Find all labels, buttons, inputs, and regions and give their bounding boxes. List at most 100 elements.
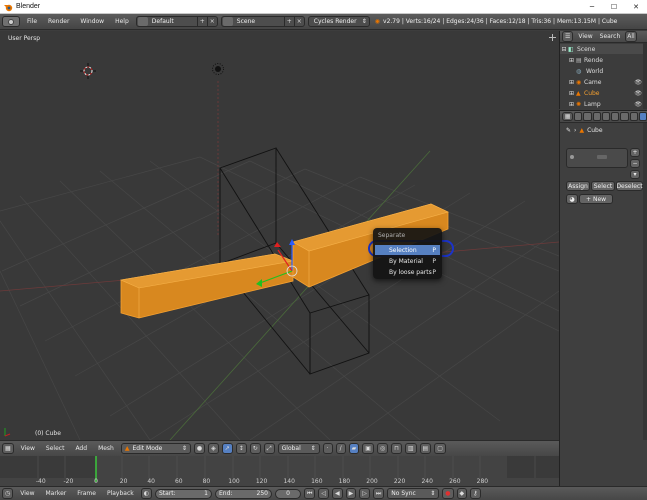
expand-toggle-icon[interactable]: ⊞ [560, 57, 574, 64]
tree-item-render-layers[interactable]: ⊞ ▤ Rende [560, 55, 647, 65]
manipulator-toggle[interactable]: ↗ [221, 443, 233, 454]
end-frame-field[interactable]: End: 250 [214, 488, 272, 499]
scene-tab-icon[interactable] [592, 112, 601, 121]
menu-select[interactable]: Select [42, 445, 69, 452]
3d-viewport[interactable]: User Persp (0) Cube [0, 31, 559, 440]
keying-set-icon[interactable]: ◆ [456, 488, 468, 499]
preview-range-icon[interactable]: ◐ [140, 488, 152, 499]
pivot-point-button[interactable]: ◈ [208, 443, 219, 454]
remove-layout-icon[interactable]: × [206, 17, 217, 26]
menu-item-selection[interactable]: Selection P [375, 245, 440, 255]
tree-item-camera[interactable]: ⊞ ◉ Came 👁 [560, 77, 647, 87]
jump-keyframe-forward-icon[interactable]: ▷ [359, 488, 370, 499]
snap-toggle-icon[interactable]: ⊓ [391, 443, 402, 454]
face-select-icon[interactable]: ▰ [348, 443, 360, 454]
material-slots-list[interactable] [566, 148, 628, 168]
minimize-button[interactable]: ─ [581, 0, 603, 14]
outliner-filter-all[interactable]: All [625, 31, 637, 42]
menu-render[interactable]: Render [44, 18, 73, 25]
rotate-manipulator-icon[interactable]: ↻ [249, 443, 261, 454]
active-object-label: (0) Cube [35, 430, 61, 437]
render-layers-tab-icon[interactable] [583, 112, 592, 121]
add-scene-icon[interactable]: + [283, 17, 294, 26]
pin-icon[interactable]: ✎ [566, 127, 571, 134]
render-preview-icon[interactable]: ▤ [419, 443, 432, 454]
timeline-editor-type-button[interactable]: ◷ [2, 488, 14, 499]
menu-playback[interactable]: Playback [103, 490, 138, 497]
jump-keyframe-back-icon[interactable]: ◁ [318, 488, 330, 499]
current-frame-field[interactable]: 0 [274, 488, 301, 499]
vertex-select-icon[interactable]: · [322, 443, 333, 454]
menu-mesh[interactable]: Mesh [94, 445, 118, 452]
play-icon[interactable]: ▶ [345, 488, 357, 499]
expand-toggle-icon[interactable]: ⊞ [560, 79, 574, 86]
tree-item-world[interactable]: ◍ World [560, 66, 647, 76]
render-tab-icon[interactable] [574, 112, 583, 121]
menu-item-by-loose-parts[interactable]: By loose parts P [375, 267, 440, 277]
data-tab-icon[interactable] [629, 112, 638, 121]
menu-item-by-material[interactable]: By Material P [375, 256, 440, 266]
remove-material-slot-button[interactable]: − [630, 159, 640, 168]
3d-editor-type-button[interactable]: ▦ [2, 443, 14, 454]
expand-toggle-icon[interactable]: ⊞ [560, 90, 574, 97]
insert-keyframe-icon[interactable]: ⚷ [470, 488, 481, 499]
deselect-button[interactable]: Deselect [616, 181, 643, 191]
menu-marker[interactable]: Marker [42, 490, 71, 497]
jump-end-icon[interactable]: ⏭ [372, 488, 385, 499]
outliner-panel[interactable]: ☰ View Search All ⊟ ◧ Scene ⊞ ▤ Rende ◍ … [559, 31, 647, 109]
render-engine-dropdown[interactable]: Cycles Render ⇕ [307, 16, 370, 27]
select-button[interactable]: Select [591, 181, 615, 191]
expand-toggle-icon[interactable]: ⊟ [560, 46, 568, 53]
auto-keying-icon[interactable]: ● [442, 488, 454, 499]
modifiers-tab-icon[interactable] [620, 112, 629, 121]
viewport-shading-button[interactable]: ● [193, 443, 206, 454]
maximize-button[interactable]: ☐ [603, 0, 625, 14]
remove-scene-icon[interactable]: × [293, 17, 304, 26]
scene-selector[interactable]: Scene + × [220, 16, 305, 27]
world-tab-icon[interactable] [601, 112, 611, 121]
sync-mode-dropdown[interactable]: No Sync ⇕ [387, 488, 440, 499]
material-specials-button[interactable]: ▾ [630, 170, 640, 179]
material-tab-icon[interactable] [638, 112, 647, 121]
menu-window[interactable]: Window [76, 18, 108, 25]
menu-view[interactable]: View [17, 445, 39, 452]
timeline-area[interactable]: -40 -20 0 20 40 60 80 100 120 140 160 180 200 220 240 2… [0, 456, 559, 486]
menu-add[interactable]: Add [71, 445, 91, 452]
menu-frame[interactable]: Frame [73, 490, 100, 497]
tree-item-scene[interactable]: ⊟ ◧ Scene [560, 44, 647, 54]
outliner-editor-type-button[interactable]: ☰ [562, 31, 574, 42]
tree-item-cube[interactable]: ⊞ ▲ Cube 👁 [560, 88, 647, 98]
new-material-button[interactable]: + New [579, 194, 613, 204]
assign-button[interactable]: Assign [566, 181, 590, 191]
mode-dropdown[interactable]: ▲ Edit Mode ⇕ [120, 443, 191, 454]
menu-help[interactable]: Help [111, 18, 133, 25]
menu-file[interactable]: File [23, 18, 41, 25]
scale-manipulator-icon[interactable]: ⤢ [263, 443, 275, 454]
add-layout-icon[interactable]: + [196, 17, 207, 26]
occlude-geometry-icon[interactable]: ▣ [362, 443, 374, 454]
tree-item-lamp[interactable]: ⊞ ✺ Lamp 👁 [560, 99, 647, 109]
material-browse-button[interactable]: ◕ [566, 194, 578, 204]
layout-selector[interactable]: Default + × [135, 16, 218, 27]
outliner-tab-search[interactable]: Search [598, 33, 623, 40]
translate-manipulator-icon[interactable]: ↕ [235, 443, 247, 454]
properties-scrollbar[interactable] [643, 123, 647, 441]
add-material-slot-button[interactable]: + [630, 148, 640, 157]
expand-toggle-icon[interactable]: ⊞ [560, 101, 574, 108]
object-tab-icon[interactable] [611, 112, 620, 121]
transform-orientation-dropdown[interactable]: Global ⇕ [277, 443, 320, 454]
outliner-tab-view[interactable]: View [576, 33, 594, 40]
play-reverse-icon[interactable]: ◀ [332, 488, 343, 499]
start-frame-field[interactable]: Start: 1 [154, 488, 212, 499]
properties-editor-type-button[interactable]: ▦ [562, 112, 574, 121]
menu-timeline-view[interactable]: View [16, 490, 38, 497]
properties-panel[interactable]: ▦ ✎ › ▲ Cube + − ▾ Assign Select Deselec… [559, 110, 647, 441]
proportional-edit-icon[interactable]: ◎ [376, 443, 389, 454]
jump-start-icon[interactable]: ⏮ [303, 488, 316, 499]
opengl-render-icon[interactable]: ▢ [434, 443, 446, 454]
edge-select-icon[interactable]: / [335, 443, 346, 454]
outliner-scrollbar[interactable] [643, 43, 647, 109]
snap-element-icon[interactable]: ▥ [404, 443, 417, 454]
editor-type-button[interactable] [2, 16, 20, 27]
close-button[interactable]: ✕ [625, 0, 647, 14]
